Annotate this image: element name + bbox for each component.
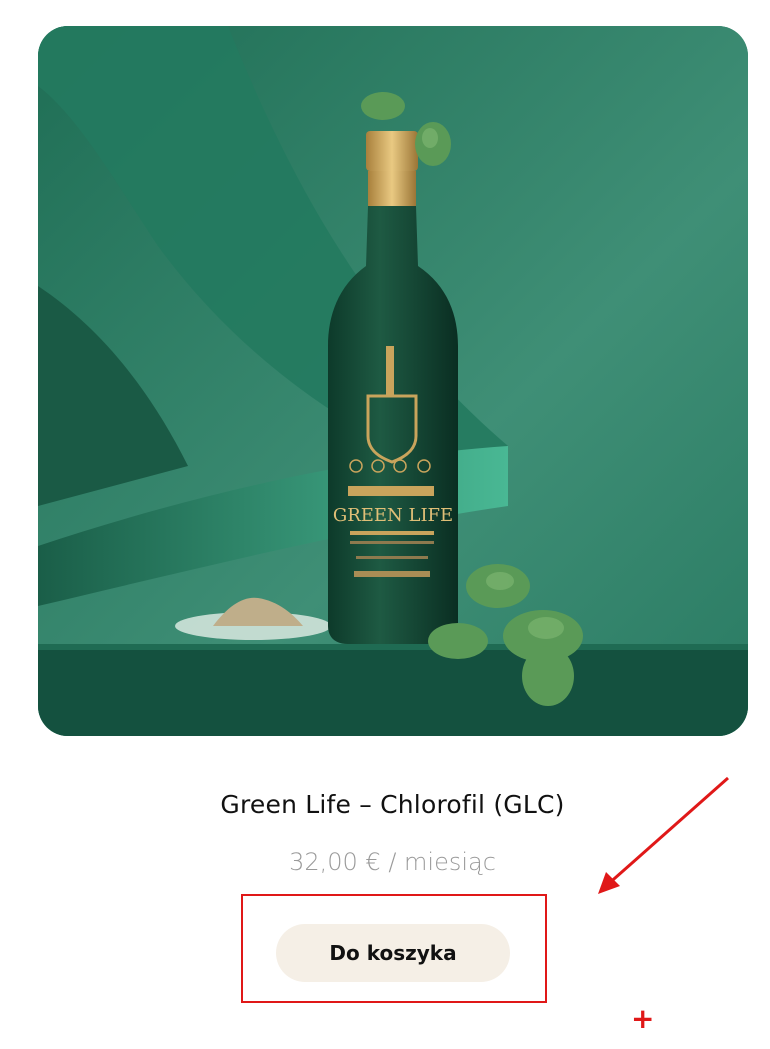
product-price: 32,00 € / miesiąc <box>289 848 496 876</box>
bottle-label-text: GREEN LIFE <box>333 505 453 526</box>
product-image[interactable]: GREEN LIFE <box>38 26 748 736</box>
annotation-plus-icon: + <box>631 1002 655 1035</box>
product-title[interactable]: Green Life – Chlorofil (GLC) <box>0 790 770 819</box>
product-photo: GREEN LIFE <box>38 26 748 736</box>
annotation-highlight-box <box>241 894 547 1003</box>
